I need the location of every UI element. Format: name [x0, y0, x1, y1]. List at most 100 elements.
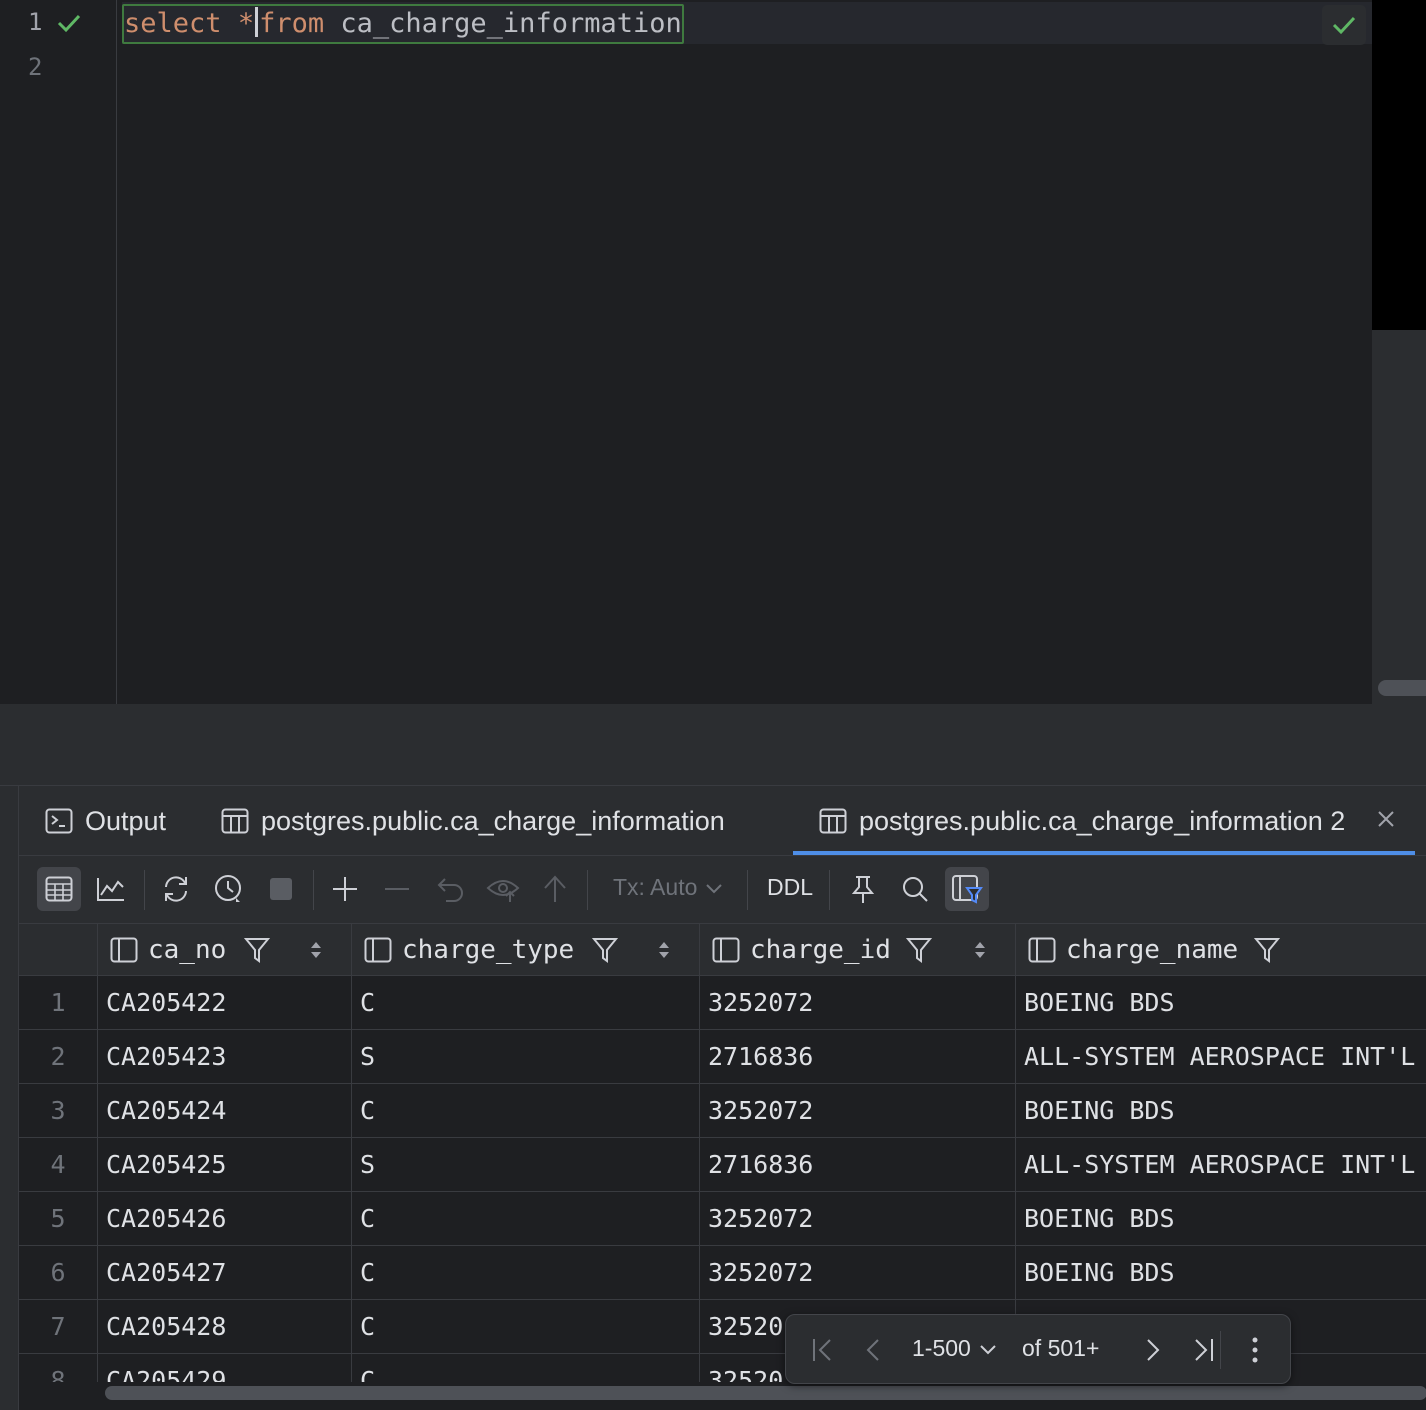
pin-tab-button[interactable] — [841, 867, 885, 911]
cell-ca-no[interactable]: CA205422 — [97, 976, 351, 1030]
chevron-down-icon — [706, 883, 723, 893]
cell-charge-id[interactable]: 3252072 — [699, 1246, 1015, 1300]
keyword-select: select — [124, 8, 222, 39]
cell-ca-no[interactable]: CA205427 — [97, 1246, 351, 1300]
total-rows-label[interactable]: of 501+ — [1022, 1335, 1099, 1362]
column-header-charge-type[interactable]: charge_type — [351, 924, 699, 976]
tool-window-strip — [0, 786, 18, 1410]
column-header-ca-no[interactable]: ca_no — [97, 924, 351, 976]
column-name: charge_name — [1066, 935, 1239, 965]
scrollbar-thumb[interactable] — [105, 1386, 1426, 1400]
table-row[interactable]: 6 CA205427 C 3252072 BOEING BDS — [19, 1246, 1426, 1300]
chevron-down-icon — [980, 1344, 996, 1354]
cell-charge-type[interactable]: S — [351, 1138, 699, 1192]
submit-button[interactable] — [533, 867, 577, 911]
table-row[interactable]: 1 CA205422 C 3252072 BOEING BDS — [19, 976, 1426, 1030]
revert-button[interactable] — [429, 867, 473, 911]
table-view-button[interactable] — [37, 867, 81, 911]
sql-editor[interactable]: 1 2 select * from ca_charge_information — [0, 0, 1426, 704]
more-vertical-icon — [1252, 1337, 1258, 1363]
add-row-button[interactable] — [323, 867, 367, 911]
row-number: 4 — [50, 1150, 66, 1179]
sort-icon[interactable] — [658, 939, 670, 961]
cell-charge-id[interactable]: 3252072 — [699, 1084, 1015, 1138]
toolbar-separator — [587, 870, 588, 910]
search-button[interactable] — [893, 867, 937, 911]
cell-charge-id[interactable]: 2716836 — [699, 1138, 1015, 1192]
column-filter-toggle[interactable] — [945, 867, 989, 911]
cell-charge-type[interactable]: S — [351, 1030, 699, 1084]
column-name: charge_id — [750, 935, 891, 965]
cell-ca-no[interactable]: CA205426 — [97, 1192, 351, 1246]
row-number: 8 — [50, 1366, 66, 1382]
ddl-button[interactable]: DDL — [767, 874, 813, 901]
cell-charge-name[interactable]: ALL-SYSTEM AEROSPACE INT'L — [1015, 1030, 1426, 1084]
cell-charge-type[interactable]: C — [351, 1192, 699, 1246]
history-button[interactable] — [207, 867, 251, 911]
filter-icon[interactable] — [592, 937, 618, 963]
filter-icon[interactable] — [244, 937, 270, 963]
active-tab-indicator — [793, 851, 1415, 855]
next-page-button[interactable] — [1138, 1335, 1168, 1365]
last-page-button[interactable] — [1188, 1335, 1218, 1365]
column-icon — [1028, 937, 1056, 963]
more-options-button[interactable] — [1240, 1335, 1270, 1365]
sort-icon[interactable] — [310, 939, 322, 961]
column-header-charge-id[interactable]: charge_id — [699, 924, 1015, 976]
table-row[interactable]: 5 CA205426 C 3252072 BOEING BDS — [19, 1192, 1426, 1246]
inspection-ok-icon[interactable] — [1322, 5, 1366, 45]
table-row[interactable]: 2 CA205423 S 2716836 ALL-SYSTEM AEROSPAC… — [19, 1030, 1426, 1084]
cell-charge-name[interactable]: ALL-SYSTEM AEROSPACE INT'L — [1015, 1138, 1426, 1192]
delete-row-button[interactable] — [375, 867, 419, 911]
cell-charge-type[interactable]: C — [351, 1084, 699, 1138]
pagination-bar: 1-500 of 501+ — [785, 1314, 1291, 1384]
cell-ca-no[interactable]: CA205429 — [97, 1354, 351, 1382]
cell-charge-name[interactable]: BOEING BDS — [1015, 1192, 1426, 1246]
page-size-dropdown[interactable]: 1-500 — [912, 1335, 997, 1362]
cell-charge-id[interactable]: 3252072 — [699, 1192, 1015, 1246]
column-name: charge_type — [402, 935, 575, 965]
editor-horizontal-scrollbar[interactable] — [1378, 680, 1426, 696]
cell-charge-id[interactable]: 3252072 — [699, 976, 1015, 1030]
grid-horizontal-scrollbar[interactable] — [19, 1382, 1426, 1410]
filter-icon[interactable] — [1254, 937, 1280, 963]
table-row[interactable]: 3 CA205424 C 3252072 BOEING BDS — [19, 1084, 1426, 1138]
cell-charge-type[interactable]: C — [351, 1246, 699, 1300]
first-page-button[interactable] — [808, 1335, 838, 1365]
tab-label: postgres.public.ca_charge_information — [261, 805, 725, 836]
column-header-charge-name[interactable]: charge_name — [1015, 924, 1426, 976]
chart-view-button[interactable] — [89, 867, 133, 911]
editor-vertical-scrollbar[interactable] — [1372, 330, 1426, 704]
table-row[interactable]: 4 CA205425 S 2716836 ALL-SYSTEM AEROSPAC… — [19, 1138, 1426, 1192]
cell-charge-type[interactable]: C — [351, 1354, 699, 1382]
column-icon — [110, 937, 138, 963]
tab-output[interactable]: Output — [45, 786, 166, 856]
cell-charge-type[interactable]: C — [351, 1300, 699, 1354]
cell-ca-no[interactable]: CA205425 — [97, 1138, 351, 1192]
tab-label: postgres.public.ca_charge_information 2 — [859, 805, 1346, 836]
close-icon[interactable] — [1371, 804, 1401, 834]
filter-icon[interactable] — [906, 937, 932, 963]
sort-icon[interactable] — [974, 939, 986, 961]
editor-gutter: 1 2 — [0, 0, 117, 704]
cell-charge-name[interactable]: BOEING BDS — [1015, 1084, 1426, 1138]
previous-page-button[interactable] — [858, 1335, 888, 1365]
tab-result-2[interactable]: postgres.public.ca_charge_information 2 — [819, 786, 1345, 856]
first-page-icon — [813, 1339, 831, 1361]
editor-minimap — [1372, 0, 1426, 330]
star-token: * — [237, 8, 255, 39]
tab-result-1[interactable]: postgres.public.ca_charge_information — [221, 786, 725, 856]
transaction-mode-dropdown[interactable]: Tx: Auto — [613, 874, 723, 901]
query-statement[interactable]: select * from ca_charge_information — [122, 4, 684, 44]
pane-splitter[interactable] — [0, 704, 1426, 786]
stop-button[interactable] — [259, 867, 303, 911]
cell-ca-no[interactable]: CA205423 — [97, 1030, 351, 1084]
cell-charge-id[interactable]: 2716836 — [699, 1030, 1015, 1084]
cell-charge-name[interactable]: BOEING BDS — [1015, 1246, 1426, 1300]
cell-charge-type[interactable]: C — [351, 976, 699, 1030]
cell-ca-no[interactable]: CA205428 — [97, 1300, 351, 1354]
refresh-button[interactable] — [154, 867, 198, 911]
preview-changes-button[interactable] — [481, 867, 525, 911]
cell-charge-name[interactable]: BOEING BDS — [1015, 976, 1426, 1030]
cell-ca-no[interactable]: CA205424 — [97, 1084, 351, 1138]
